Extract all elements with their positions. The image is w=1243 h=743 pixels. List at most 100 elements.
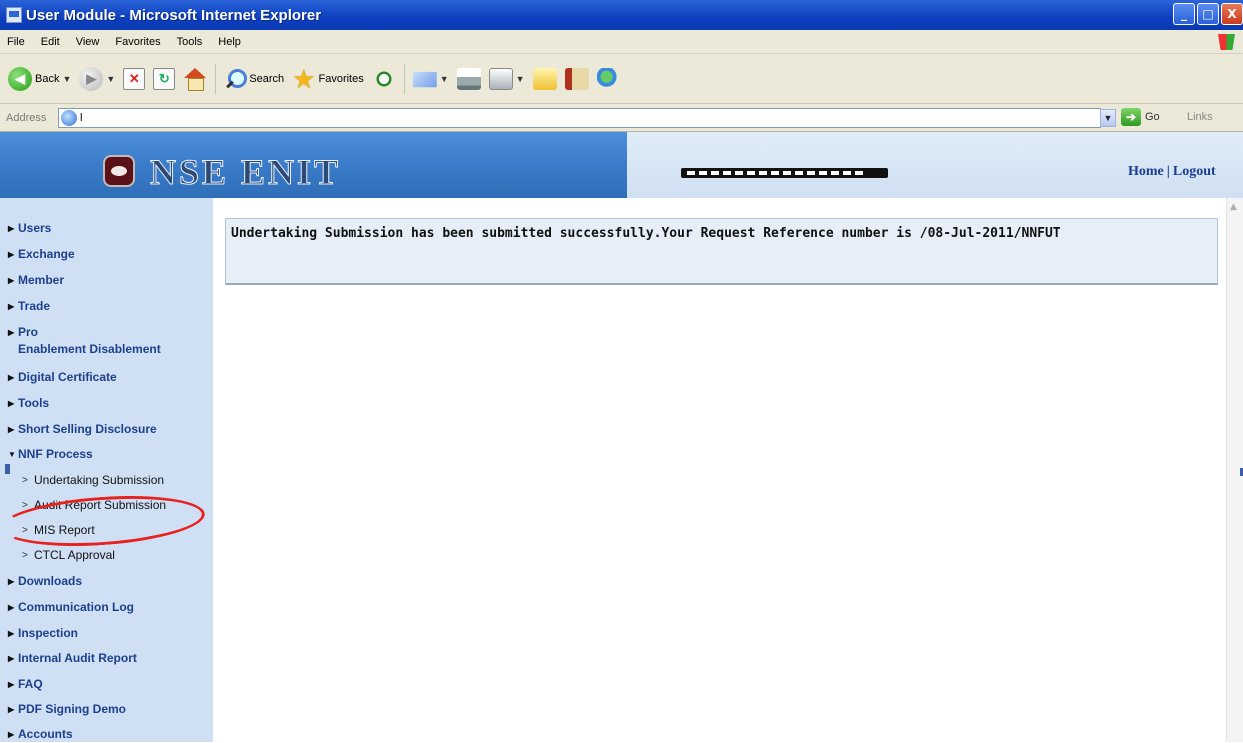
stop-button[interactable]: ✕ <box>119 61 149 97</box>
logout-link[interactable]: Logout <box>1173 164 1216 179</box>
success-message-box: Undertaking Submission has been submitte… <box>225 218 1218 285</box>
sidebar-item-label: PDF Signing Demo <box>18 702 126 716</box>
refresh-icon: ↻ <box>153 67 176 90</box>
edit-page-icon <box>488 67 513 90</box>
address-label: Address <box>6 111 47 124</box>
go-arrow-icon: ➔ <box>1121 108 1141 126</box>
sidebar-item-label: Inspection <box>18 626 79 640</box>
refresh-button[interactable]: ↻ <box>149 61 179 97</box>
sidebar-item-downloads[interactable]: ▶ Downloads <box>8 573 82 590</box>
success-message: Undertaking Submission has been submitte… <box>231 226 1061 241</box>
sidebar-item-digital-certificate[interactable]: ▶ Digital Certificate <box>8 369 117 386</box>
collapsed-arrow-icon: ▶ <box>8 425 15 434</box>
sidebar-item-short-selling[interactable]: ▶ Short Selling Disclosure <box>8 421 157 438</box>
site-header: NSE ENIT Home | Logout <box>0 132 1243 198</box>
edit-dropdown-icon[interactable]: ▼ <box>516 74 525 84</box>
window-title-bar: User Module - Microsoft Internet Explore… <box>0 0 1243 30</box>
window-title: User Module - Microsoft Internet Explore… <box>26 6 322 24</box>
collapsed-arrow-icon: ▶ <box>8 328 15 337</box>
collapsed-arrow-icon: ▶ <box>8 577 15 586</box>
sidebar-subitem-undertaking[interactable]: > Undertaking Submission <box>22 472 164 489</box>
collapsed-arrow-icon: ▶ <box>8 250 15 259</box>
sidebar-item-pdf-signing[interactable]: ▶ PDF Signing Demo <box>8 701 126 718</box>
sidebar-subitem-label: CTCL Approval <box>34 548 115 562</box>
redacted-user-info <box>681 168 888 178</box>
edit-button[interactable]: ▼ <box>485 61 529 97</box>
sidebar-item-label: FAQ <box>18 677 43 691</box>
sidebar-item-users[interactable]: ▶ Users <box>8 220 51 237</box>
sidebar-item-exchange[interactable]: ▶ Exchange <box>8 246 75 263</box>
subitem-arrow-icon: > <box>22 550 28 561</box>
menu-help[interactable]: Help <box>211 36 250 48</box>
address-dropdown-icon[interactable]: ▼ <box>1100 109 1116 127</box>
menu-edit[interactable]: Edit <box>34 36 69 48</box>
home-icon <box>183 67 207 91</box>
sidebar-item-label-group: Pro Enablement Disablement <box>18 324 161 358</box>
home-link[interactable]: Home <box>1128 164 1164 179</box>
favorites-button[interactable]: ★ Favorites <box>288 61 368 97</box>
collapsed-arrow-icon: ▶ <box>8 730 15 739</box>
nse-logo-icon <box>103 155 135 187</box>
back-arrow-icon: ◀ <box>8 66 32 91</box>
address-value: l <box>80 112 83 124</box>
sidebar-item-label: Tools <box>18 396 50 410</box>
close-button[interactable]: X <box>1221 3 1243 25</box>
sidebar-item-accounts[interactable]: ▶ Accounts <box>8 726 73 743</box>
sidebar-item-faq[interactable]: ▶ FAQ <box>8 676 43 693</box>
sidebar-item-nnf-process[interactable]: ▼ NNF Process <box>8 446 93 463</box>
sidebar-item-pro-enablement[interactable]: ▶ Pro Enablement Disablement <box>8 324 161 358</box>
window-controls: _ □ X <box>1173 3 1243 25</box>
sidebar-item-inspection[interactable]: ▶ Inspection <box>8 625 78 642</box>
print-button[interactable] <box>453 61 485 97</box>
menu-tools[interactable]: Tools <box>170 36 212 48</box>
sidebar-item-tools[interactable]: ▶ Tools <box>8 395 49 412</box>
sidebar-subitem-ctcl-approval[interactable]: > CTCL Approval <box>22 547 115 564</box>
search-button[interactable]: Search <box>220 61 288 97</box>
scroll-up-icon[interactable]: ▲ <box>1230 202 1237 212</box>
mail-button[interactable]: ▼ <box>409 61 453 97</box>
minimize-button[interactable]: _ <box>1173 3 1195 25</box>
back-button[interactable]: ◀ Back ▼ <box>4 61 75 97</box>
address-input[interactable]: l <box>58 108 1101 128</box>
links-button[interactable]: Links <box>1187 111 1213 123</box>
sidebar-item-member[interactable]: ▶ Member <box>8 272 64 289</box>
sidebar-item-label: Trade <box>18 299 51 313</box>
address-bar: Address l ▼ ➔ Go Links <box>0 104 1243 132</box>
menu-bar: File Edit View Favorites Tools Help <box>0 30 1243 54</box>
maximize-button[interactable]: □ <box>1197 3 1219 25</box>
collapsed-arrow-icon: ▶ <box>8 629 15 638</box>
favorites-star-icon: ★ <box>292 63 316 94</box>
header-links: Home | Logout <box>1128 164 1216 180</box>
sidebar-item-label: Communication Log <box>18 600 134 614</box>
favorites-label: Favorites <box>318 72 364 85</box>
sidebar-item-label: Exchange <box>18 247 75 261</box>
collapsed-arrow-icon: ▶ <box>8 276 15 285</box>
vertical-scrollbar[interactable]: ▲ <box>1226 198 1243 742</box>
sidebar-item-communication-log[interactable]: ▶ Communication Log <box>8 599 134 616</box>
sidebar-item-trade[interactable]: ▶ Trade <box>8 298 50 315</box>
messenger-button[interactable] <box>593 61 625 97</box>
folder-button[interactable] <box>529 61 561 97</box>
go-button[interactable]: ➔ Go <box>1121 108 1160 126</box>
menu-favorites[interactable]: Favorites <box>108 36 169 48</box>
history-button[interactable] <box>368 61 400 97</box>
mail-dropdown-icon[interactable]: ▼ <box>440 74 449 84</box>
collapsed-arrow-icon: ▶ <box>8 603 15 612</box>
header-user-panel: Home | Logout <box>627 132 1243 198</box>
forward-button[interactable]: ▶ ▼ <box>75 61 119 97</box>
back-label: Back <box>35 72 60 85</box>
sidebar-item-label: Downloads <box>18 574 83 588</box>
research-book-icon <box>564 67 589 90</box>
ie-page-icon <box>61 110 77 126</box>
sidebar-item-internal-audit[interactable]: ▶ Internal Audit Report <box>8 650 137 667</box>
sidebar-item-label: NNF Process <box>18 447 93 461</box>
back-dropdown-icon[interactable]: ▼ <box>62 74 71 84</box>
menu-view[interactable]: View <box>69 36 109 48</box>
search-label: Search <box>249 72 285 85</box>
mail-icon <box>412 71 437 88</box>
menu-file[interactable]: File <box>0 36 34 48</box>
sidebar-item-label-line2: Enablement Disablement <box>18 342 161 356</box>
research-button[interactable] <box>561 61 593 97</box>
home-button[interactable] <box>179 61 211 97</box>
forward-dropdown-icon[interactable]: ▼ <box>106 74 115 84</box>
